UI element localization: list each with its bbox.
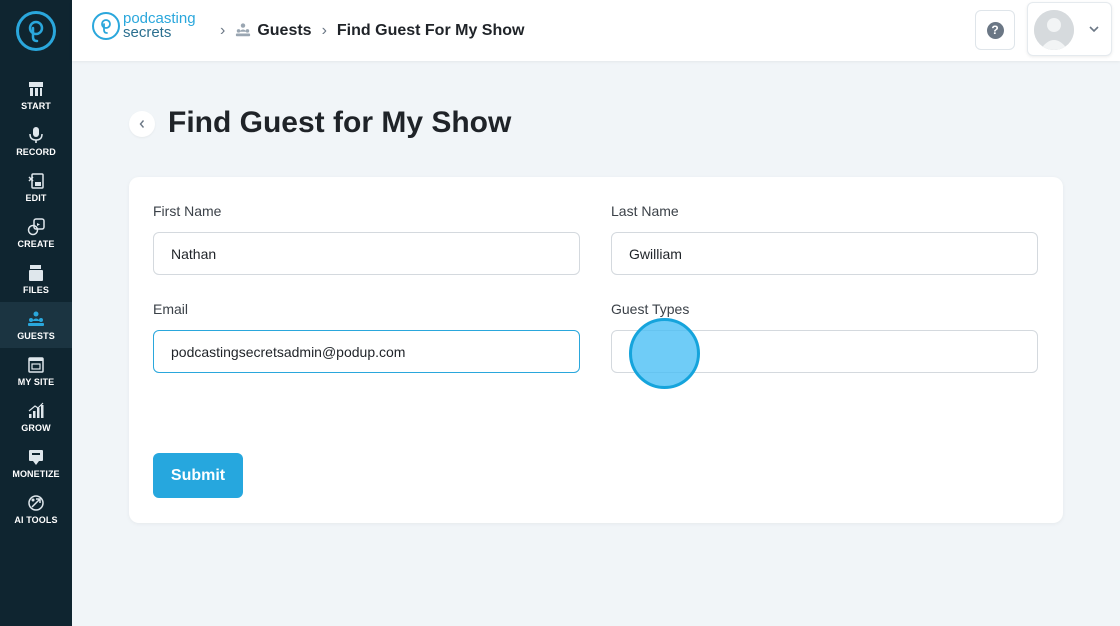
sidebar-item-edit[interactable]: EDIT xyxy=(0,164,72,210)
sidebar-item-label: START xyxy=(21,100,51,111)
sidebar-item-label: FILES xyxy=(22,284,49,295)
site-icon xyxy=(28,356,44,373)
ai-tools-icon xyxy=(28,494,44,511)
sidebar-nav: START RECORD EDIT CREATE FILES GUESTS MY… xyxy=(0,72,72,532)
sidebar-item-grow[interactable]: GROW xyxy=(0,394,72,440)
guest-types-select[interactable] xyxy=(611,330,1038,373)
sidebar-item-record[interactable]: RECORD xyxy=(0,118,72,164)
sidebar: START RECORD EDIT CREATE FILES GUESTS MY… xyxy=(0,0,72,626)
back-button[interactable] xyxy=(129,111,155,137)
breadcrumb-current: Find Guest For My Show xyxy=(336,22,525,39)
microphone-logo-icon xyxy=(28,20,44,43)
user-avatar-icon xyxy=(1034,10,1074,50)
edit-icon xyxy=(28,172,44,189)
files-icon xyxy=(29,264,43,281)
sidebar-item-label: AI TOOLS xyxy=(14,514,58,525)
first-name-label: First Name xyxy=(153,203,222,219)
sidebar-item-start[interactable]: START xyxy=(0,72,72,118)
sidebar-item-label: CREATE xyxy=(17,238,55,249)
sidebar-item-label: RECORD xyxy=(16,146,56,157)
email-input[interactable]: podcastingsecretsadmin@podup.com xyxy=(153,330,580,373)
chevron-right-icon: › xyxy=(321,22,327,39)
brand-logo[interactable]: podcasting secrets xyxy=(92,11,196,41)
monetize-icon xyxy=(29,449,43,465)
chevron-down-icon xyxy=(1089,26,1099,33)
microphone-icon xyxy=(29,126,43,143)
sidebar-item-files[interactable]: FILES xyxy=(0,256,72,302)
breadcrumb: › Guests › Find Guest For My Show xyxy=(210,18,524,44)
last-name-label: Last Name xyxy=(611,203,679,219)
find-guest-form: First Name Nathan Last Name Gwilliam Ema… xyxy=(129,177,1063,523)
sidebar-item-label: GUESTS xyxy=(17,330,55,341)
help-icon: ? xyxy=(986,21,1004,39)
submit-button[interactable]: Submit xyxy=(153,453,243,498)
sidebar-item-monetize[interactable]: MONETIZE xyxy=(0,440,72,486)
chevron-left-icon xyxy=(139,120,145,128)
sidebar-item-label: GROW xyxy=(21,422,51,433)
grow-icon xyxy=(28,402,44,418)
brand-microphone-icon xyxy=(92,12,120,40)
guests-breadcrumb-icon xyxy=(235,22,257,41)
sidebar-item-my-site[interactable]: MY SITE xyxy=(0,348,72,394)
page-title: Find Guest for My Show xyxy=(168,106,512,139)
sidebar-item-label: MY SITE xyxy=(17,376,55,387)
top-header: podcasting secrets › Guests › Find Guest… xyxy=(72,0,1120,61)
first-name-input[interactable]: Nathan xyxy=(153,232,580,275)
sidebar-item-create[interactable]: CREATE xyxy=(0,210,72,256)
help-button[interactable]: ? xyxy=(975,10,1015,50)
user-menu-button[interactable] xyxy=(1027,2,1112,56)
brand-line-2: secrets xyxy=(123,24,172,41)
sidebar-item-guests[interactable]: GUESTS xyxy=(0,302,72,348)
create-icon xyxy=(27,217,45,235)
guests-icon xyxy=(28,311,44,326)
start-icon xyxy=(29,81,43,96)
chevron-right-icon: › xyxy=(220,22,226,39)
avatar xyxy=(1034,10,1074,50)
email-label: Email xyxy=(153,301,189,317)
brand-text: podcasting secrets xyxy=(123,11,196,41)
sidebar-item-label: EDIT xyxy=(25,192,47,203)
last-name-input[interactable]: Gwilliam xyxy=(611,232,1038,275)
app-logo-icon[interactable] xyxy=(16,11,56,51)
guest-types-label: Guest Types xyxy=(611,301,690,317)
sidebar-item-label: MONETIZE xyxy=(12,468,60,479)
breadcrumb-guests[interactable]: Guests xyxy=(257,22,311,40)
sidebar-item-ai-tools[interactable]: AI TOOLS xyxy=(0,486,72,532)
